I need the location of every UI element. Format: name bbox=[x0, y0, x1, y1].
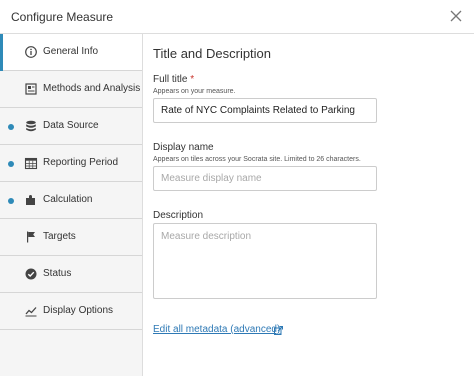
document-icon bbox=[24, 82, 38, 96]
external-link-icon bbox=[274, 326, 283, 335]
sidebar-item-label: Display Options bbox=[43, 305, 114, 316]
line-chart-icon bbox=[24, 304, 38, 318]
dialog-title: Configure Measure bbox=[11, 10, 114, 24]
check-circle-icon bbox=[24, 267, 38, 281]
required-marker: * bbox=[190, 74, 195, 85]
database-icon bbox=[24, 119, 38, 133]
sidebar-item-display-options[interactable]: Display Options bbox=[0, 293, 142, 330]
sidebar-item-reporting-period[interactable]: Reporting Period bbox=[0, 145, 142, 182]
sidebar-item-methods-and-analysis[interactable]: Methods and Analysis bbox=[0, 71, 142, 108]
flag-icon bbox=[24, 230, 38, 244]
sidebar-nav: General Info Methods and Analysis Data S… bbox=[0, 34, 143, 376]
description-textarea[interactable] bbox=[153, 223, 377, 299]
edit-metadata-link[interactable]: Edit all metadata (advanced) bbox=[153, 324, 280, 335]
full-title-label: Full title * bbox=[153, 74, 195, 85]
display-name-input[interactable] bbox=[153, 166, 377, 191]
info-icon bbox=[24, 45, 38, 59]
sidebar-item-label: Calculation bbox=[43, 194, 93, 205]
sidebar-item-label: Data Source bbox=[43, 120, 99, 131]
description-label: Description bbox=[153, 210, 204, 221]
display-name-help: Appears on tiles across your Socrata sit… bbox=[153, 156, 361, 163]
full-title-input[interactable] bbox=[153, 98, 377, 123]
sidebar-item-general-info[interactable]: General Info bbox=[0, 34, 142, 71]
puzzle-icon bbox=[24, 193, 38, 207]
status-dot bbox=[8, 124, 14, 130]
sidebar-item-label: Status bbox=[43, 268, 72, 279]
section-title: Title and Description bbox=[153, 46, 272, 61]
dialog-header: Configure Measure bbox=[0, 0, 474, 34]
sidebar-item-calculation[interactable]: Calculation bbox=[0, 182, 142, 219]
full-title-help: Appears on your measure. bbox=[153, 88, 236, 95]
sidebar-item-label: Reporting Period bbox=[43, 157, 119, 168]
sidebar-item-targets[interactable]: Targets bbox=[0, 219, 142, 256]
general-info-panel: Title and Description Full title * Appea… bbox=[143, 34, 474, 376]
calendar-icon bbox=[24, 156, 38, 170]
sidebar-item-label: Targets bbox=[43, 231, 76, 242]
display-name-label: Display name bbox=[153, 142, 214, 153]
sidebar-item-label: Methods and Analysis bbox=[43, 83, 141, 94]
configure-measure-dialog: Configure Measure General Info Methods a… bbox=[0, 0, 474, 376]
status-dot bbox=[8, 198, 14, 204]
sidebar-item-label: General Info bbox=[43, 46, 99, 57]
status-dot bbox=[8, 161, 14, 167]
sidebar-item-status[interactable]: Status bbox=[0, 256, 142, 293]
close-button[interactable] bbox=[446, 6, 466, 26]
sidebar-item-data-source[interactable]: Data Source bbox=[0, 108, 142, 145]
close-icon bbox=[450, 10, 462, 22]
